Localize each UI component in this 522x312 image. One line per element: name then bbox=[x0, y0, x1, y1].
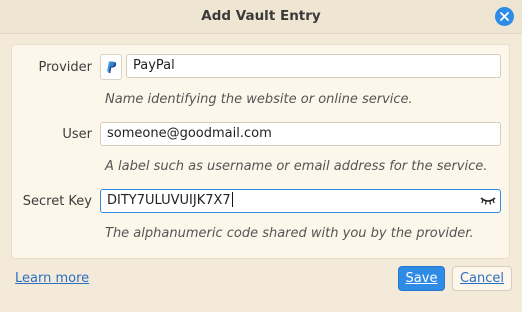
user-label: User bbox=[62, 127, 92, 142]
close-button[interactable] bbox=[495, 7, 514, 26]
cancel-button-label: Cancel bbox=[459, 271, 505, 286]
dialog-title: Add Vault Entry bbox=[201, 8, 321, 24]
save-button[interactable]: Save bbox=[398, 266, 445, 291]
provider-input[interactable]: PayPal bbox=[126, 54, 501, 78]
text-caret bbox=[231, 192, 233, 207]
cancel-button[interactable]: Cancel bbox=[452, 266, 512, 291]
provider-label: Provider bbox=[38, 60, 92, 75]
secret-key-label: Secret Key bbox=[22, 194, 92, 209]
close-icon bbox=[500, 12, 509, 21]
secret-key-value: DITY7ULUVUIJK7X7 bbox=[107, 193, 231, 208]
eye-closed-icon[interactable] bbox=[479, 193, 497, 209]
user-hint: A label such as username or email addres… bbox=[105, 159, 488, 174]
provider-hint: Name identifying the website or online s… bbox=[105, 92, 413, 107]
provider-logo bbox=[100, 54, 122, 80]
learn-more-link[interactable]: Learn more bbox=[15, 271, 89, 286]
entry-form: Provider PayPal Name identifying the web… bbox=[11, 44, 510, 259]
title-bar: Add Vault Entry bbox=[0, 0, 522, 34]
user-input[interactable]: someone@goodmail.com bbox=[100, 122, 501, 146]
paypal-logo-icon bbox=[106, 61, 116, 73]
secret-key-input[interactable]: DITY7ULUVUIJK7X7 bbox=[100, 189, 501, 213]
secret-key-hint: The alphanumeric code shared with you by… bbox=[105, 226, 474, 241]
save-button-label: Save bbox=[405, 271, 438, 286]
